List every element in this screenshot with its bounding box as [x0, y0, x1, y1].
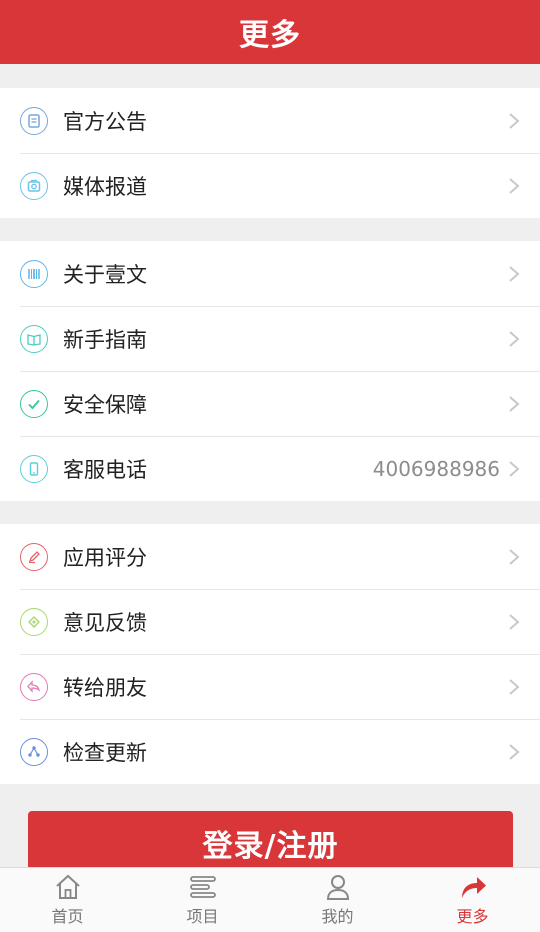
- tab-mine[interactable]: 我的: [270, 868, 405, 932]
- tab-label: 项目: [186, 907, 219, 926]
- share-friend-icon: [20, 672, 48, 701]
- chevron-right-icon: [507, 460, 521, 478]
- page-title: 更多: [239, 18, 301, 53]
- menu-item-label: 新手指南: [63, 327, 147, 352]
- chevron-right-icon: [507, 548, 521, 566]
- menu-item-security[interactable]: 安全保障: [0, 371, 540, 436]
- guide-icon: [20, 324, 48, 353]
- chevron-right-icon: [507, 613, 521, 631]
- menu-item-media-report[interactable]: 媒体报道: [0, 153, 540, 218]
- announcement-icon: [20, 106, 48, 135]
- menu-group-app: 应用评分 意见反馈 转给朋友 检查更新: [0, 524, 540, 784]
- menu-item-guide[interactable]: 新手指南: [0, 306, 540, 371]
- pen-rating-icon: [20, 542, 48, 571]
- profile-icon: [326, 875, 349, 900]
- menu-item-check-update[interactable]: 检查更新: [0, 719, 540, 784]
- feedback-icon: [20, 607, 48, 636]
- chevron-right-icon: [507, 743, 521, 761]
- login-register-button[interactable]: 登录/注册: [28, 811, 513, 875]
- tab-project[interactable]: 项目: [135, 868, 270, 932]
- menu-item-label: 检查更新: [63, 740, 147, 765]
- tab-more[interactable]: 更多: [405, 868, 540, 932]
- chevron-right-icon: [507, 177, 521, 195]
- tab-label: 我的: [321, 907, 354, 926]
- chevron-right-icon: [507, 678, 521, 696]
- project-list-icon: [189, 876, 216, 898]
- tab-label: 更多: [456, 907, 489, 926]
- chevron-right-icon: [507, 112, 521, 130]
- menu-item-share-friend[interactable]: 转给朋友: [0, 654, 540, 719]
- chevron-right-icon: [507, 395, 521, 413]
- phone-icon: [20, 454, 48, 483]
- menu-item-feedback[interactable]: 意见反馈: [0, 589, 540, 654]
- about-icon: [20, 259, 48, 288]
- tab-label: 首页: [51, 907, 84, 926]
- menu-item-label: 媒体报道: [63, 174, 147, 199]
- menu-group-info: 关于壹文 新手指南 安全保障 客服电话 4006988986: [0, 241, 540, 501]
- menu-item-about[interactable]: 关于壹文: [0, 241, 540, 306]
- menu-item-announcement[interactable]: 官方公告: [0, 88, 540, 153]
- menu-item-label: 安全保障: [63, 392, 147, 417]
- chevron-right-icon: [507, 330, 521, 348]
- bottom-tab-bar: 首页 项目 我的 更多: [0, 867, 540, 932]
- menu-group-news: 官方公告 媒体报道: [0, 88, 540, 218]
- menu-item-rating[interactable]: 应用评分: [0, 524, 540, 589]
- menu-item-label: 应用评分: [63, 545, 147, 570]
- update-icon: [20, 737, 48, 766]
- menu-item-label: 意见反馈: [63, 610, 147, 635]
- more-share-arrow-icon: [461, 877, 486, 898]
- menu-item-label: 客服电话: [63, 457, 147, 482]
- menu-item-label: 关于壹文: [63, 262, 147, 287]
- security-check-icon: [20, 389, 48, 418]
- chevron-right-icon: [507, 265, 521, 283]
- menu-item-customer-service[interactable]: 客服电话 4006988986: [0, 436, 540, 501]
- menu-item-label: 转给朋友: [63, 675, 147, 700]
- service-phone-number[interactable]: 4006988986: [373, 457, 500, 481]
- home-icon: [55, 874, 80, 899]
- tab-home[interactable]: 首页: [0, 868, 135, 932]
- menu-item-label: 官方公告: [63, 109, 147, 134]
- page-header: 更多: [0, 0, 540, 64]
- media-report-icon: [20, 171, 48, 200]
